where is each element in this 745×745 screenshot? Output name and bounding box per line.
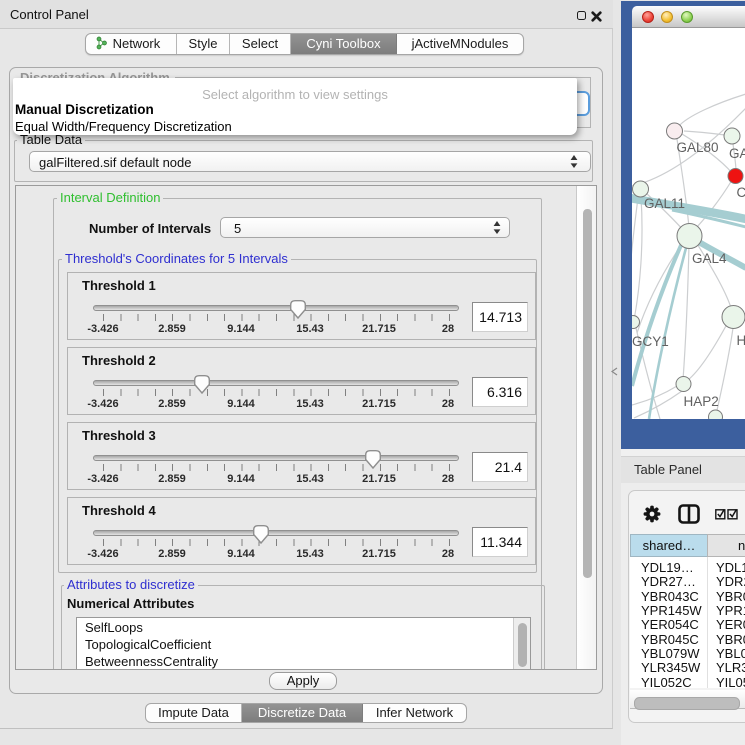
svg-text:GAL11: GAL11 [644,196,685,211]
svg-text:GAL4: GAL4 [692,251,727,266]
svg-text:GCY1: GCY1 [632,334,669,349]
svg-text:HA: HA [737,333,745,348]
svg-text:HAP2: HAP2 [684,394,719,409]
svg-text:GAL1: GAL1 [729,146,745,161]
svg-text:GAL80: GAL80 [677,140,719,155]
svg-text:CC: CC [737,185,745,200]
